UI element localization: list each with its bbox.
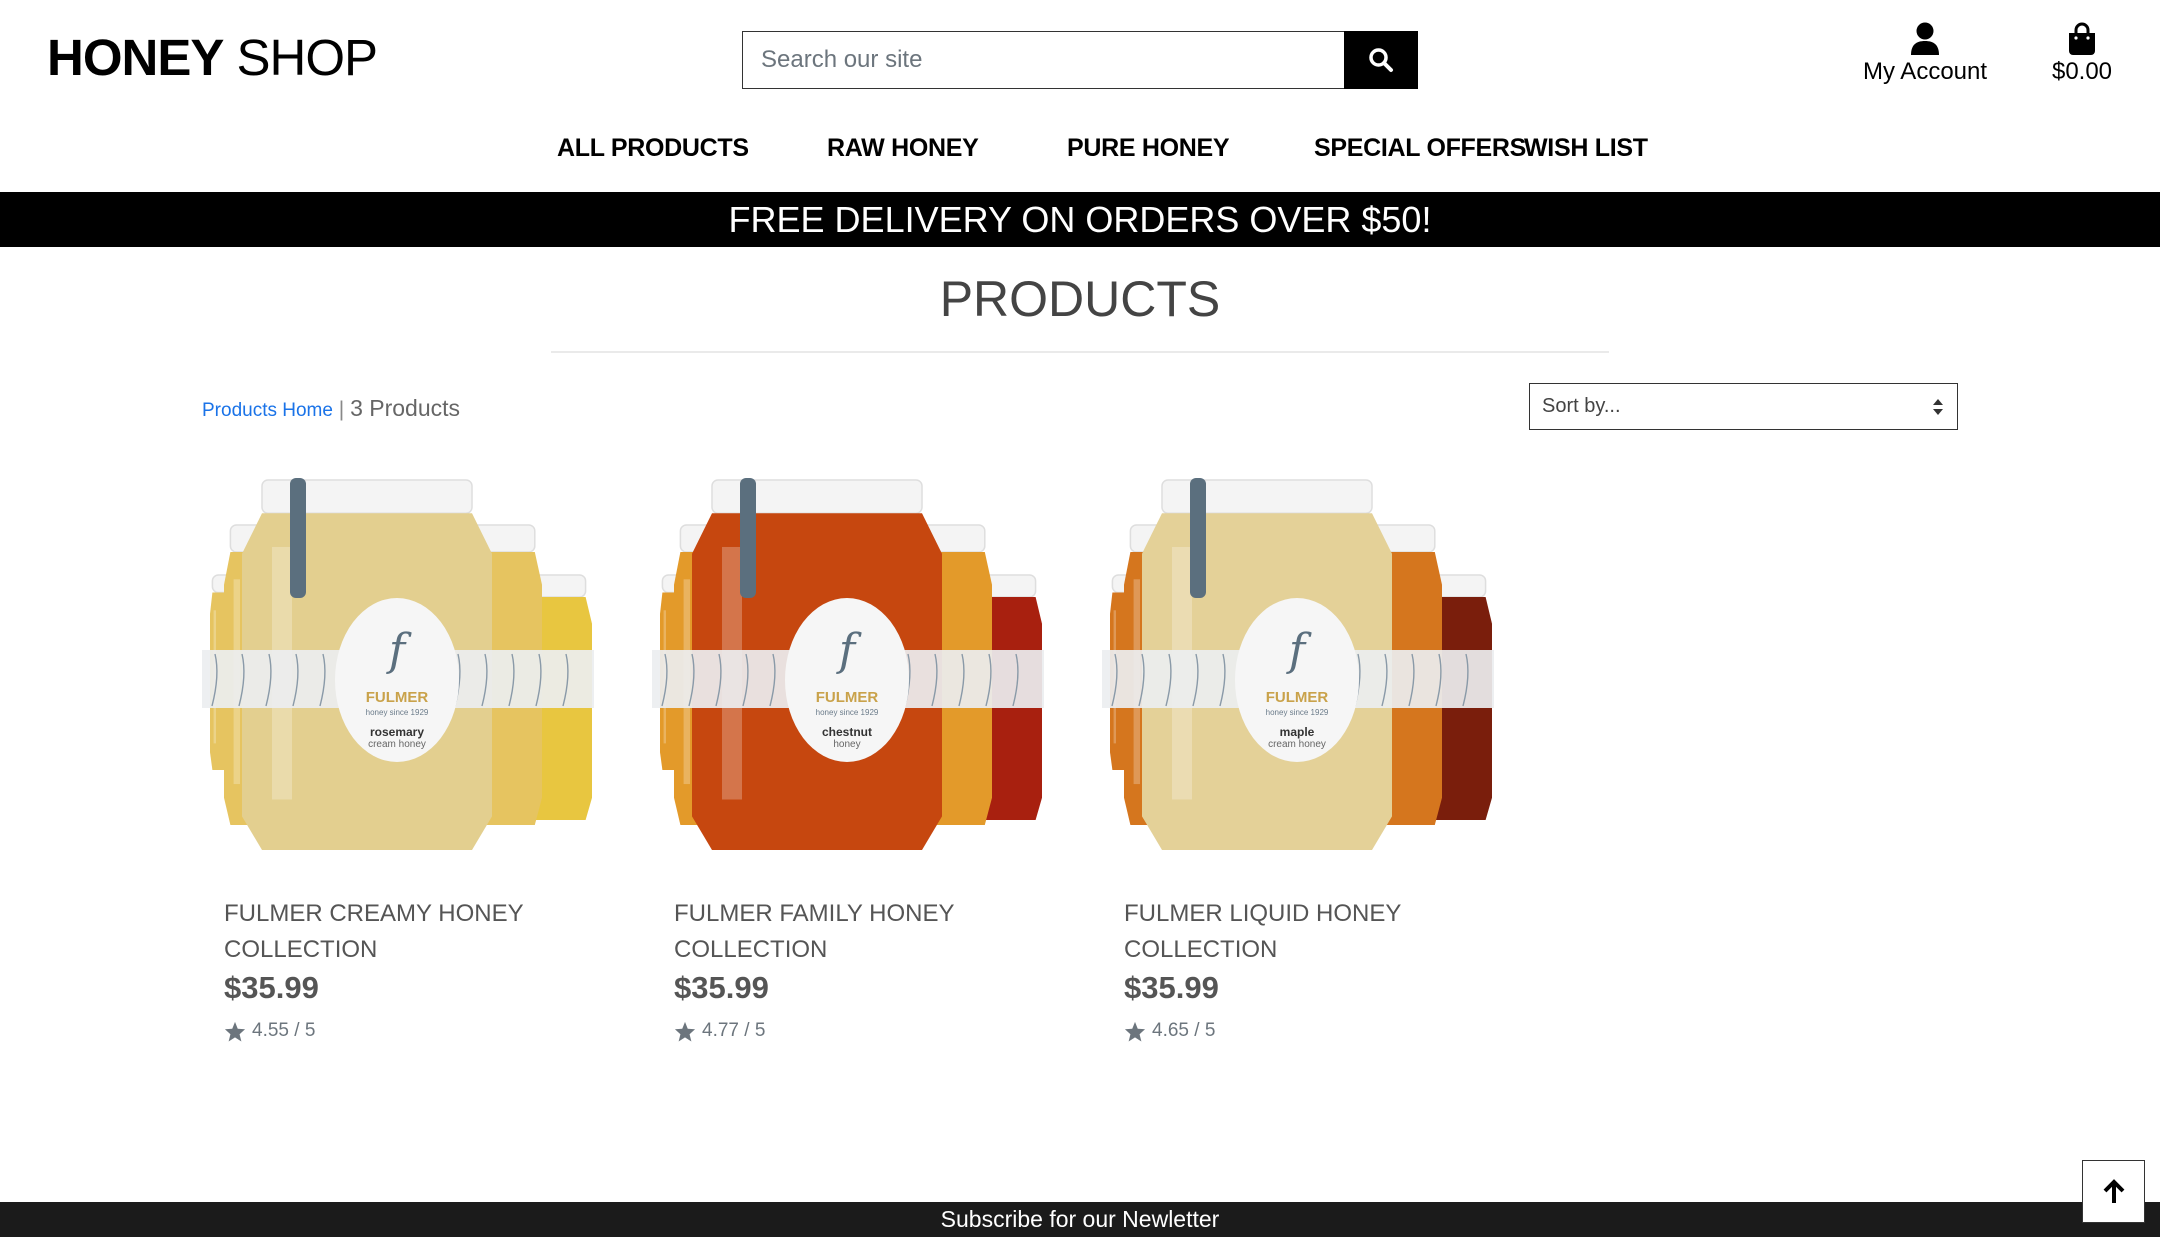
main-nav: ALL PRODUCTS RAW HONEY PURE HONEY SPECIA… — [0, 134, 2160, 174]
label-since: honey since 1929 — [816, 708, 879, 717]
hang-tag — [290, 478, 306, 598]
shopping-bag-icon — [2069, 22, 2095, 55]
nav-raw-honey[interactable]: RAW HONEY — [827, 134, 979, 163]
product-price: $35.99 — [674, 970, 769, 1005]
product-price: $35.99 — [1124, 970, 1219, 1005]
label-since: honey since 1929 — [1266, 708, 1329, 717]
products-home-link[interactable]: Products Home — [202, 400, 333, 421]
label-brand: FULMER — [366, 689, 429, 706]
honey-jar-illustration: fFULMERhoney since 1929maplecream honey — [1102, 478, 1494, 850]
nav-wish-list[interactable]: WISH LIST — [1524, 134, 1648, 163]
hang-tag — [1190, 478, 1206, 598]
my-account-link[interactable]: My Account — [1858, 22, 1992, 86]
product-name[interactable]: FULMER CREAMY HONEY COLLECTION — [224, 896, 584, 968]
search-input[interactable] — [742, 31, 1344, 89]
rating-value: 4.65 / 5 — [1152, 1020, 1216, 1041]
star-icon — [674, 1021, 696, 1042]
user-icon — [1911, 22, 1939, 55]
label-flavor: rosemary — [370, 725, 424, 739]
product-count: 3 Products — [350, 395, 461, 421]
my-account-label: My Account — [1862, 58, 1988, 85]
delivery-banner: FREE DELIVERY ON ORDERS OVER $50! — [0, 192, 2160, 247]
nav-special-offers[interactable]: SPECIAL OFFERS — [1314, 134, 1526, 163]
label-flavor: maple — [1280, 725, 1315, 739]
label-since: honey since 1929 — [366, 708, 429, 717]
honey-jar-illustration: fFULMERhoney since 1929chestnuthoney — [652, 478, 1044, 850]
label-brand: FULMER — [1266, 689, 1329, 706]
hang-tag — [740, 478, 756, 598]
brand-logo[interactable]: HONEY SHOP — [47, 28, 379, 87]
nav-all-products[interactable]: ALL PRODUCTS — [557, 134, 749, 163]
product-card[interactable]: f FULMER honey since 1929 rosemary cream hon… — [202, 470, 602, 1042]
brand-bold: HONEY — [47, 29, 224, 86]
label-kind: cream honey — [368, 739, 426, 750]
rating-value: 4.77 / 5 — [702, 1020, 766, 1041]
product-image[interactable]: f FULMER honey since 1929 maple cream honey — [1102, 470, 1502, 860]
product-rating: 4.65 / 5 — [1124, 1020, 1215, 1042]
breadcrumb: Products Home | 3 Products — [202, 395, 460, 422]
page-title: PRODUCTS — [939, 271, 1221, 327]
product-image[interactable]: f FULMER honey since 1929 chestnut honey — [652, 470, 1052, 860]
product-rating: 4.55 / 5 — [224, 1020, 315, 1042]
search-icon — [1369, 48, 1393, 72]
label-flavor: chestnut — [822, 725, 872, 739]
arrow-up-icon — [2103, 1178, 2124, 1203]
newsletter-bar: Subscribe for our Newletter — [0, 1202, 2160, 1237]
title-divider — [551, 351, 1609, 353]
cart-link[interactable]: $0.00 — [2040, 22, 2124, 86]
label-kind: honey — [833, 739, 860, 750]
product-card[interactable]: f FULMER honey since 1929 maple cream honey F… — [1102, 470, 1502, 1042]
sort-select[interactable]: Sort by... — [1529, 383, 1958, 430]
product-card[interactable]: f FULMER honey since 1929 chestnut honey FULM… — [652, 470, 1052, 1042]
search-form — [742, 31, 1418, 89]
search-button[interactable] — [1344, 31, 1418, 89]
label-brand: FULMER — [816, 689, 879, 706]
star-icon — [1124, 1021, 1146, 1042]
cart-total: $0.00 — [2051, 58, 2113, 85]
product-rating: 4.77 / 5 — [674, 1020, 765, 1042]
nav-pure-honey[interactable]: PURE HONEY — [1067, 134, 1230, 163]
product-name[interactable]: FULMER FAMILY HONEY COLLECTION — [674, 896, 1034, 968]
back-to-top-button[interactable] — [2082, 1160, 2145, 1223]
sort-selected-value: Sort by... — [1542, 395, 1621, 417]
product-image[interactable]: f FULMER honey since 1929 rosemary cream hon… — [202, 470, 602, 860]
sort-caret-icon — [1933, 398, 1943, 415]
honey-jar-illustration: fFULMERhoney since 1929rosemarycream hon… — [202, 478, 594, 850]
brand-light: SHOP — [223, 29, 379, 86]
newsletter-label[interactable]: Subscribe for our Newletter — [941, 1206, 1220, 1232]
breadcrumb-separator: | — [332, 398, 351, 421]
site-header: HONEY SHOP My Account $0.00 ALL PRODUCTS… — [0, 0, 2160, 192]
star-icon — [224, 1021, 246, 1042]
label-kind: cream honey — [1268, 739, 1326, 750]
product-name[interactable]: FULMER LIQUID HONEY COLLECTION — [1124, 896, 1484, 968]
product-price: $35.99 — [224, 970, 319, 1005]
rating-value: 4.55 / 5 — [252, 1020, 316, 1041]
